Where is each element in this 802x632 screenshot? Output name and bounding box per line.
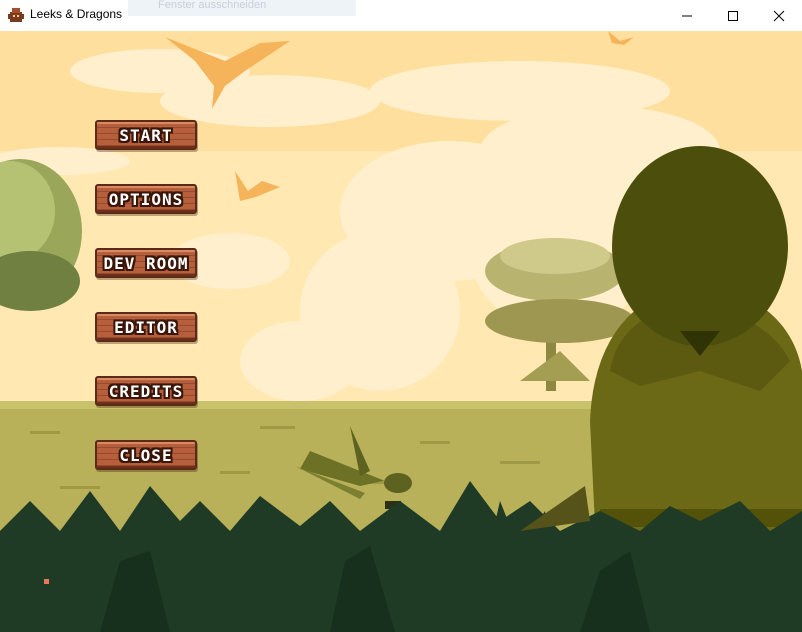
editor-label: EDITOR [114,317,178,337]
credits-label: CREDITS [108,381,184,401]
maximize-icon [728,10,738,21]
close-button[interactable]: CLOSE [95,440,197,470]
game-window: Leeks & Dragons Fenster ausschneiden STA… [0,0,802,632]
maximize-button[interactable] [710,0,756,31]
app-icon [8,8,24,22]
start-button[interactable]: START [95,120,197,150]
editor-button[interactable]: EDITOR [95,312,197,342]
marker-dot [44,579,49,584]
minimize-button[interactable] [664,0,710,31]
dev-room-button[interactable]: DEV ROOM [95,248,197,278]
window-title: Leeks & Dragons [30,7,123,21]
close-icon [773,10,785,21]
minimize-icon [682,15,692,16]
credits-button[interactable]: CREDITS [95,376,197,406]
title-bar[interactable]: Leeks & Dragons Fenster ausschneiden [0,0,802,31]
options-label: OPTIONS [108,189,184,209]
game-scene: START OPTIONS DEV ROOM EDITOR CREDITS CL… [0,31,802,632]
close-label: CLOSE [119,445,173,465]
close-window-button[interactable] [756,0,802,31]
dev-room-label: DEV ROOM [103,253,189,273]
snip-tooltip: Fenster ausschneiden [128,0,356,16]
options-button[interactable]: OPTIONS [95,184,197,214]
start-label: START [119,125,173,145]
